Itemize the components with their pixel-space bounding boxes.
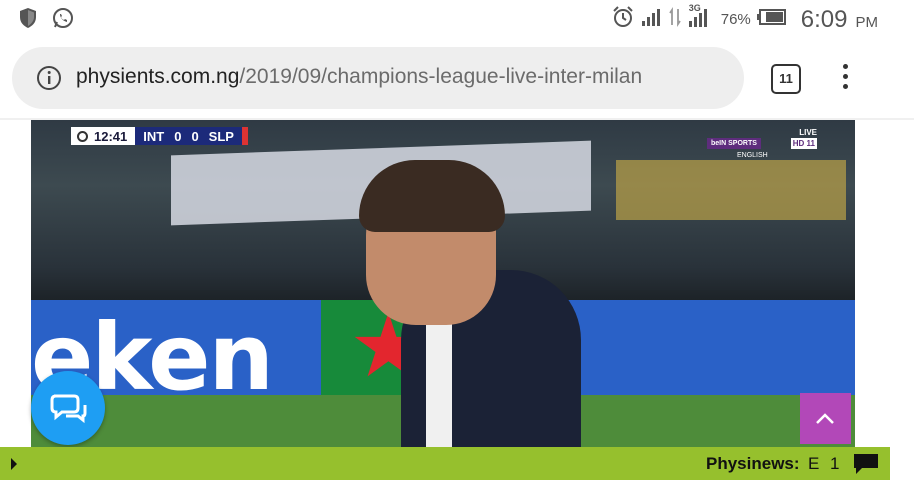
broadcaster-logo: LIVE beIN SPORTS HD 11 ENGLISH <box>707 128 817 162</box>
status-bar: 3G 76% 6:09 PM <box>0 0 914 38</box>
away-score: 0 <box>191 128 199 144</box>
info-icon[interactable] <box>36 65 62 96</box>
data-arrows-icon <box>669 7 681 32</box>
battery-icon <box>756 8 787 31</box>
home-team: INT <box>143 128 165 144</box>
signal-icon <box>641 7 663 32</box>
match-time: 12:41 <box>94 128 128 144</box>
overflow-menu-icon[interactable] <box>840 64 850 94</box>
channel-label: HD 11 <box>790 138 817 149</box>
signal-3g-icon: 3G <box>687 3 711 33</box>
away-team: SLP <box>208 128 234 144</box>
stadium-banner-right <box>616 160 846 220</box>
tab-switcher-button[interactable]: 11 <box>771 64 801 94</box>
team-flag <box>241 127 248 145</box>
url-domain: physients.com.ng <box>76 65 240 88</box>
shield-icon <box>18 7 38 34</box>
network-type-label: 3G <box>688 3 701 13</box>
home-score: 0 <box>174 128 182 144</box>
chat-bubbles-icon <box>50 394 87 424</box>
scroll-to-top-button[interactable] <box>800 393 851 444</box>
chat-button[interactable] <box>31 371 105 445</box>
url-path: /2019/09/champions-league-live-inter-mil… <box>239 65 643 88</box>
battery-percent: 76% <box>720 11 751 28</box>
clock-ampm: PM <box>855 13 879 31</box>
clock-time: 6:09 <box>800 5 848 33</box>
language-label: ENGLISH <box>737 152 768 159</box>
news-ticker[interactable]: Physinews: E 1 <box>0 447 890 480</box>
url-bar[interactable]: physients.com.ng/2019/09/champions-leagu… <box>12 47 744 109</box>
ticker-count: 1 <box>830 454 840 473</box>
url-text[interactable]: physients.com.ng/2019/09/champions-leagu… <box>76 65 738 89</box>
football-icon <box>77 130 88 142</box>
whatsapp-icon <box>52 7 74 34</box>
ticker-text[interactable]: E <box>808 454 819 474</box>
person-shirt <box>426 310 452 447</box>
person-hair <box>359 160 505 232</box>
comment-icon[interactable] <box>852 452 880 481</box>
alarm-icon <box>611 5 635 34</box>
ticker-label: Physinews: <box>706 454 800 473</box>
video-player[interactable]: eken ★ 12:41 INT 0 0 SLP LIVE beIN SPORT… <box>31 120 855 447</box>
scoreboard: 12:41 INT 0 0 SLP <box>71 127 248 145</box>
live-label: LIVE <box>799 128 817 137</box>
broadcaster-name: beIN SPORTS <box>707 138 761 149</box>
chevron-up-icon <box>816 413 834 424</box>
play-icon[interactable] <box>11 458 17 470</box>
